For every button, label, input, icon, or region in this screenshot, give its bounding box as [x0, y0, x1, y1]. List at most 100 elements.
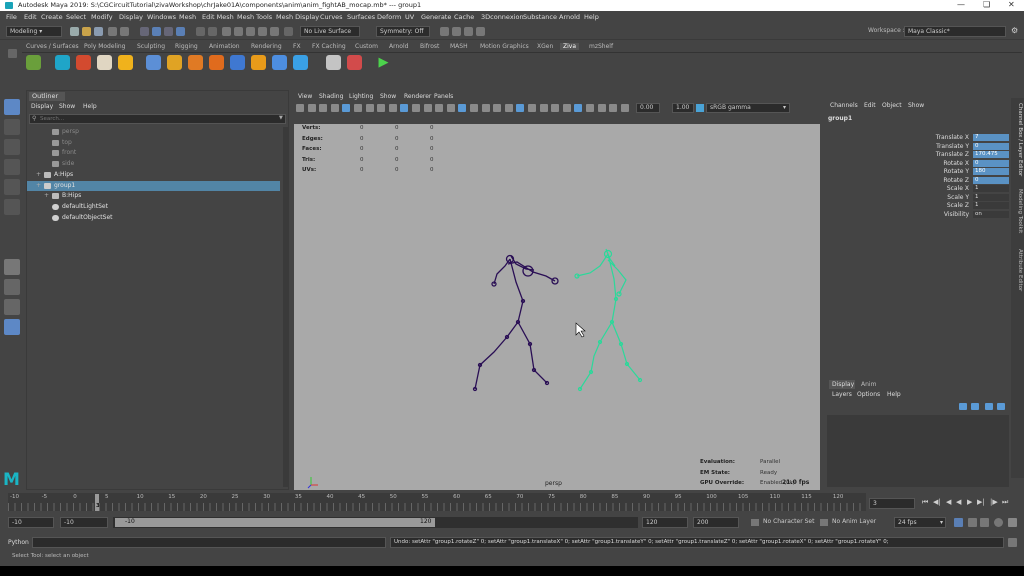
- camera-attributes-icon[interactable]: [307, 104, 316, 112]
- ziva-bone-icon[interactable]: [97, 55, 112, 70]
- mode-dropdown[interactable]: Modeling ▾: [6, 26, 62, 37]
- shelf-options-icon[interactable]: [8, 49, 17, 58]
- menu-cache[interactable]: Cache: [454, 13, 474, 21]
- channel-scale-y-value[interactable]: 1: [973, 193, 1009, 201]
- time-slider[interactable]: -10 -5 0 5 10 15 20 25 30 35 40 45 50 55 60 65 70 75 80 85 9…: [8, 493, 866, 511]
- shelf-tab-motion-graphics[interactable]: Motion Graphics: [480, 43, 529, 50]
- anim-layer-icon[interactable]: [820, 519, 828, 526]
- gamma-field[interactable]: 1.00: [672, 103, 694, 113]
- script-editor-icon[interactable]: [1008, 538, 1017, 547]
- outliner-item-a-hips[interactable]: + A:Hips: [27, 170, 280, 180]
- exposure-field[interactable]: 0.00: [636, 103, 660, 113]
- make-live-icon[interactable]: [270, 27, 279, 36]
- select-object-icon[interactable]: [152, 27, 161, 36]
- layer-menu-layers[interactable]: Layers: [832, 391, 852, 398]
- outliner-tab[interactable]: Outliner: [29, 92, 65, 101]
- field-chart-icon[interactable]: [412, 104, 420, 112]
- outliner-item-group1[interactable]: + group1: [27, 180, 280, 191]
- step-forward-frame-icon[interactable]: ▶|: [977, 498, 985, 506]
- layer-menu-help[interactable]: Help: [887, 391, 901, 398]
- shelf-tab-rigging[interactable]: Rigging: [175, 43, 198, 50]
- 2d-pan-zoom-icon[interactable]: [342, 104, 351, 112]
- magnet-icon[interactable]: [222, 27, 231, 36]
- outliner-item-defaultobjectset[interactable]: defaultObjectSet: [27, 213, 280, 223]
- image-plane-icon[interactable]: [330, 104, 339, 112]
- tab-channel-box-layer-editor[interactable]: Channel Box / Layer Editor: [1013, 103, 1023, 176]
- menu-surfaces[interactable]: Surfaces: [347, 13, 375, 21]
- outliner-menu-display[interactable]: Display: [31, 103, 53, 110]
- step-back-key-icon[interactable]: ◀|: [933, 498, 941, 506]
- channel-translate-y-value[interactable]: 0: [973, 142, 1009, 150]
- range-slider[interactable]: -10 120: [113, 517, 638, 528]
- outliner-item-persp[interactable]: persp: [27, 127, 280, 137]
- menu-help[interactable]: Help: [584, 13, 599, 21]
- snap-grid-icon[interactable]: [196, 27, 205, 36]
- playback-end-field[interactable]: 120: [642, 517, 688, 528]
- maximize-button[interactable]: ❏: [983, 0, 990, 9]
- skeleton-b[interactable]: [574, 248, 643, 392]
- lasso-tool-icon[interactable]: [4, 119, 20, 135]
- character-set-dropdown[interactable]: No Character Set: [760, 517, 820, 528]
- save-scene-icon[interactable]: [94, 27, 103, 36]
- select-component-icon[interactable]: [164, 27, 173, 36]
- shelf-tab-mzshelf[interactable]: mzShelf: [589, 43, 613, 50]
- outliner-menu-help[interactable]: Help: [83, 103, 97, 110]
- channel-box-menu-object[interactable]: Object: [882, 102, 902, 109]
- outliner-layout-icon[interactable]: [4, 319, 20, 335]
- undo-icon[interactable]: [108, 27, 117, 36]
- step-forward-key-icon[interactable]: |▶: [990, 498, 998, 506]
- search-dropdown-icon[interactable]: ▼: [279, 115, 283, 121]
- channel-box-menu-edit[interactable]: Edit: [864, 102, 876, 109]
- viewport-canvas[interactable]: Verts: 0 0 0 Edges: 0 0 0 Faces: 0 0 0 Tris: 0 0 0 UVs: 0…: [294, 124, 820, 490]
- bookmarks-icon[interactable]: [319, 104, 328, 112]
- layer-move-up-icon[interactable]: [985, 403, 993, 410]
- shadows-icon[interactable]: [516, 104, 525, 112]
- snap-point-icon[interactable]: [234, 27, 243, 36]
- menu-select[interactable]: Select: [66, 13, 86, 21]
- select-camera-icon[interactable]: [296, 104, 304, 112]
- step-back-frame-icon[interactable]: ◀: [946, 498, 951, 506]
- script-language-toggle[interactable]: Python: [8, 539, 29, 546]
- layer-add-selected-icon[interactable]: [971, 403, 979, 410]
- menu-create[interactable]: Create: [41, 13, 63, 21]
- tab-display[interactable]: Display: [829, 380, 855, 389]
- shelf-tab-arnold[interactable]: Arnold: [389, 43, 408, 50]
- viewport-menu-panels[interactable]: Panels: [434, 93, 453, 100]
- fps-dropdown[interactable]: 24 fps ▾: [894, 517, 946, 528]
- viewport-menu-show[interactable]: Show: [380, 93, 396, 100]
- menu-windows[interactable]: Windows: [147, 13, 176, 21]
- ziva-fixed-icon[interactable]: [293, 55, 308, 70]
- menu-mesh[interactable]: Mesh: [179, 13, 196, 21]
- isolate-select-icon[interactable]: [574, 104, 583, 112]
- live-surface-field[interactable]: No Live Surface: [300, 26, 360, 37]
- playback-start-field[interactable]: -10: [60, 517, 108, 528]
- wireframe-on-shaded-icon[interactable]: [481, 104, 490, 112]
- tab-anim[interactable]: Anim: [861, 380, 876, 389]
- color-management-icon[interactable]: [696, 104, 704, 112]
- minimize-button[interactable]: —: [957, 0, 965, 9]
- settings-gear-icon[interactable]: ⚙: [1011, 26, 1018, 35]
- animation-end-field[interactable]: 200: [693, 517, 739, 528]
- use-all-lights-icon[interactable]: [504, 104, 513, 112]
- paint-select-tool-icon[interactable]: [4, 139, 20, 155]
- snap-view-icon[interactable]: [246, 27, 255, 36]
- ziva-tissue-icon[interactable]: [55, 55, 70, 70]
- textured-icon[interactable]: [493, 104, 502, 112]
- grease-pencil-icon[interactable]: [354, 104, 362, 112]
- history-icon[interactable]: [284, 27, 293, 36]
- ziva-play-icon[interactable]: ▶: [376, 55, 391, 70]
- four-view-layout-icon[interactable]: [4, 279, 20, 295]
- outliner-item-side[interactable]: side: [27, 159, 280, 169]
- shelf-tab-fx-caching[interactable]: FX Caching: [312, 43, 346, 50]
- menu-display[interactable]: Display: [119, 13, 143, 21]
- outliner-item-b-hips[interactable]: + B:Hips: [27, 191, 280, 201]
- move-tool-icon[interactable]: [4, 159, 20, 175]
- channel-rotate-y-value[interactable]: 180: [973, 168, 1009, 175]
- anim-settings-icon[interactable]: [1008, 518, 1017, 527]
- menu-3dconnexion[interactable]: 3Dconnexion: [481, 13, 524, 21]
- rotate-tool-icon[interactable]: [4, 179, 20, 195]
- menu-file[interactable]: File: [6, 13, 17, 21]
- snap-curve-icon[interactable]: [208, 27, 217, 36]
- menu-modify[interactable]: Modify: [91, 13, 113, 21]
- shelf-tab-ziva[interactable]: Ziva: [560, 43, 580, 50]
